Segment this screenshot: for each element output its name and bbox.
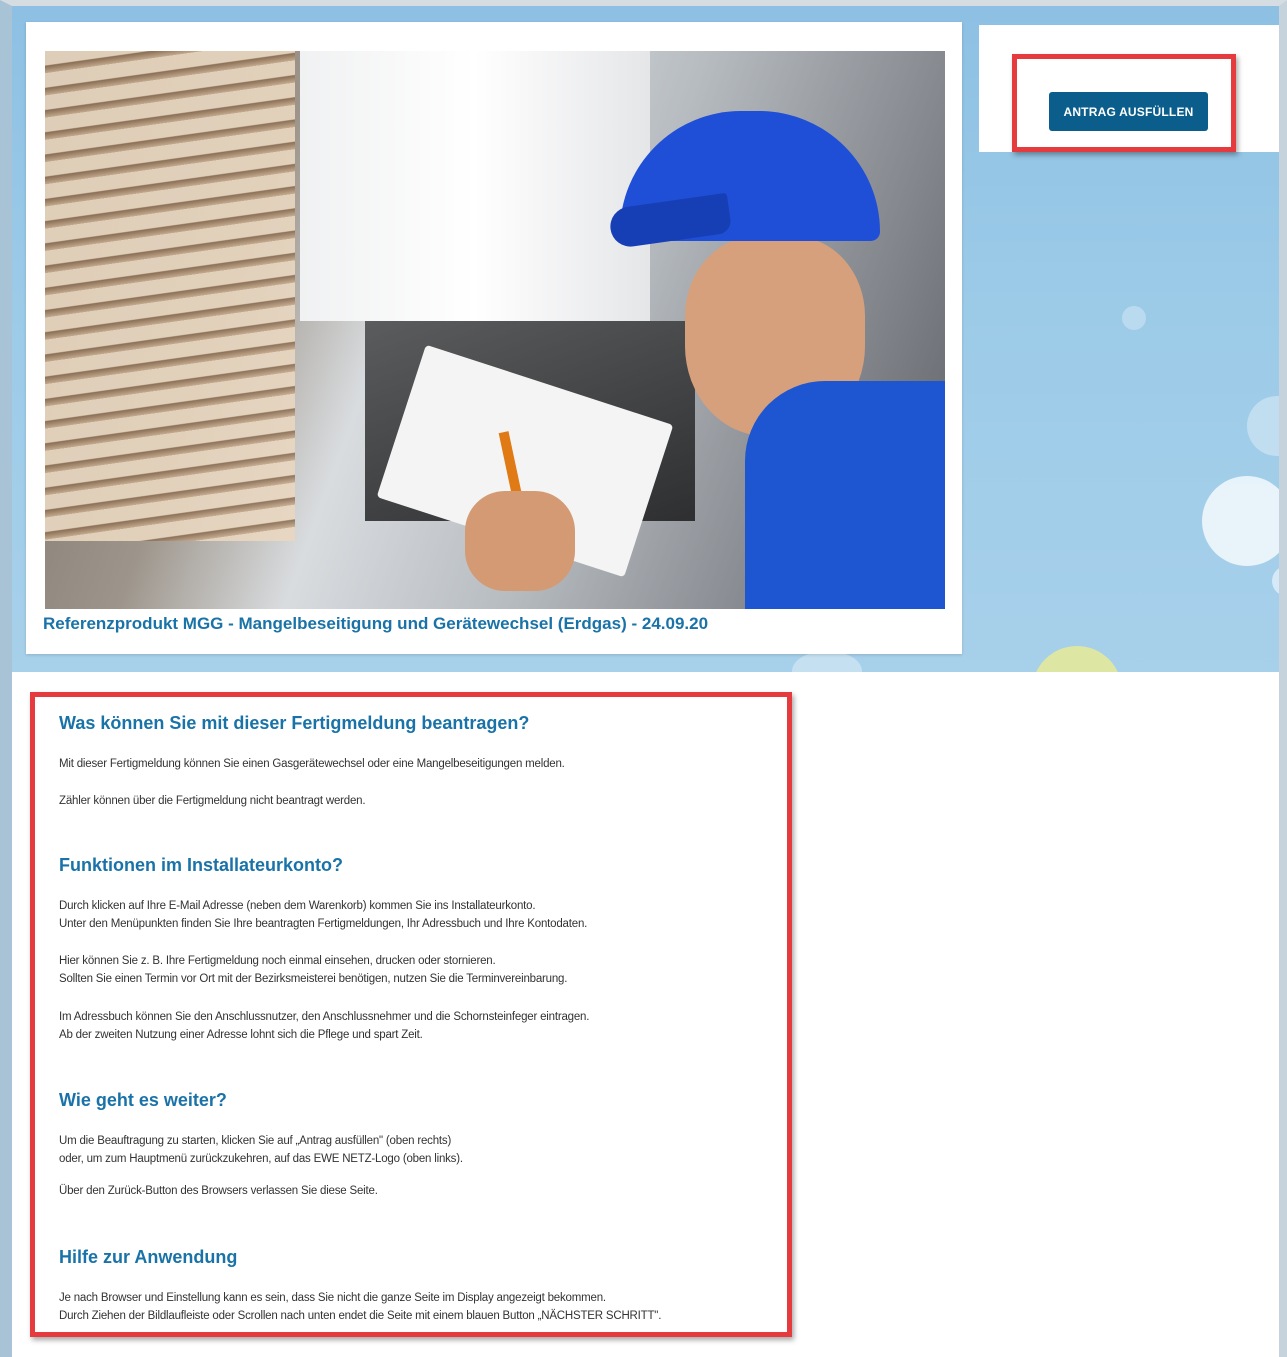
section-paragraph: Über den Zurück-Button des Browsers verl… [59, 1185, 378, 1197]
section-heading: Wie geht es weiter? [59, 1090, 227, 1110]
gas-boiler [300, 51, 650, 321]
section-paragraph: Im Adressbuch können Sie den Anschlussnu… [59, 1011, 590, 1023]
section-paragraph: Mit dieser Fertigmeldung können Sie eine… [59, 758, 565, 770]
window-blinds [45, 51, 295, 541]
section-paragraph: oder, um zum Hauptmenü zurückzukehren, a… [59, 1153, 463, 1165]
section-paragraph: Unter den Menüpunkten finden Sie Ihre be… [59, 918, 588, 930]
section-paragraph: Je nach Browser und Einstellung kann es … [59, 1292, 606, 1304]
section-paragraph: Um die Beauftragung zu starten, klicken … [59, 1135, 452, 1147]
info-panel: Was können Sie mit dieser Fertigmeldung … [30, 692, 792, 1337]
section-paragraph: Ab der zweiten Nutzung einer Adresse loh… [59, 1029, 423, 1041]
decor-bubble [792, 651, 862, 672]
product-title: Referenzprodukt MGG - Mangelbeseitigung … [43, 614, 709, 633]
product-card: Referenzprodukt MGG - Mangelbeseitigung … [26, 22, 962, 654]
decor-bubble [1202, 476, 1279, 566]
decor-bubble [1122, 306, 1146, 330]
product-image [45, 51, 945, 609]
section-paragraph: Durch Ziehen der Bildlaufleiste oder Scr… [59, 1310, 662, 1322]
decor-bubble [1247, 396, 1279, 456]
technician-hand [465, 491, 575, 591]
decor-bubble [1272, 566, 1279, 596]
section-heading: Funktionen im Installateurkonto? [59, 855, 344, 875]
decor-bubble [1032, 646, 1122, 672]
technician-shirt [745, 381, 945, 609]
section-heading: Hilfe zur Anwendung [59, 1247, 238, 1267]
section-paragraph: Sollten Sie einen Termin vor Ort mit der… [59, 973, 568, 985]
section-paragraph: Durch klicken auf Ihre E-Mail Adresse (n… [59, 900, 536, 912]
highlight-box-button [1012, 54, 1236, 152]
section-paragraph: Hier können Sie z. B. Ihre Fertigmeldung… [59, 955, 496, 967]
section-paragraph: Zähler können über die Fertigmeldung nic… [59, 795, 366, 807]
section-heading: Was können Sie mit dieser Fertigmeldung … [59, 713, 530, 733]
